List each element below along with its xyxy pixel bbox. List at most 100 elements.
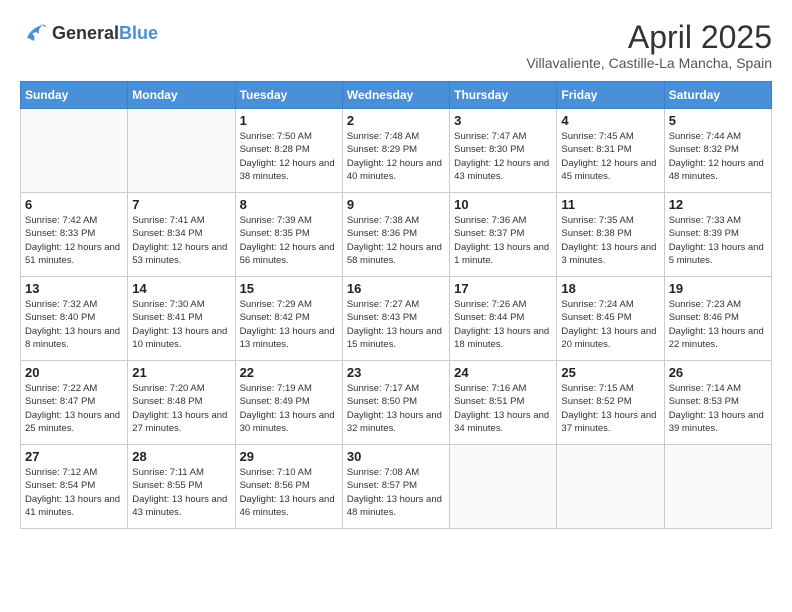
calendar-cell: 6 Sunrise: 7:42 AM Sunset: 8:33 PM Daylig… [21, 193, 128, 277]
day-number: 17 [454, 281, 552, 296]
calendar-cell [450, 445, 557, 529]
day-info: Sunrise: 7:47 AM Sunset: 8:30 PM Dayligh… [454, 130, 552, 183]
calendar-cell: 28 Sunrise: 7:11 AM Sunset: 8:55 PM Dayli… [128, 445, 235, 529]
day-number: 9 [347, 197, 445, 212]
calendar-cell: 11 Sunrise: 7:35 AM Sunset: 8:38 PM Dayli… [557, 193, 664, 277]
calendar-cell: 1 Sunrise: 7:50 AM Sunset: 8:28 PM Daylig… [235, 109, 342, 193]
day-number: 6 [25, 197, 123, 212]
day-number: 5 [669, 113, 767, 128]
calendar-cell: 27 Sunrise: 7:12 AM Sunset: 8:54 PM Dayli… [21, 445, 128, 529]
day-number: 23 [347, 365, 445, 380]
day-info: Sunrise: 7:35 AM Sunset: 8:38 PM Dayligh… [561, 214, 659, 267]
calendar-header-tuesday: Tuesday [235, 82, 342, 109]
calendar-header-monday: Monday [128, 82, 235, 109]
day-info: Sunrise: 7:20 AM Sunset: 8:48 PM Dayligh… [132, 382, 230, 435]
calendar-header-sunday: Sunday [21, 82, 128, 109]
day-number: 27 [25, 449, 123, 464]
day-info: Sunrise: 7:10 AM Sunset: 8:56 PM Dayligh… [240, 466, 338, 519]
day-number: 20 [25, 365, 123, 380]
calendar-cell: 29 Sunrise: 7:10 AM Sunset: 8:56 PM Dayli… [235, 445, 342, 529]
day-info: Sunrise: 7:22 AM Sunset: 8:47 PM Dayligh… [25, 382, 123, 435]
day-info: Sunrise: 7:24 AM Sunset: 8:45 PM Dayligh… [561, 298, 659, 351]
day-info: Sunrise: 7:16 AM Sunset: 8:51 PM Dayligh… [454, 382, 552, 435]
day-info: Sunrise: 7:08 AM Sunset: 8:57 PM Dayligh… [347, 466, 445, 519]
calendar-cell: 9Sunrise: 7:38 AM Sunset: 8:36 PM Daylig… [342, 193, 449, 277]
calendar-week-row: 20 Sunrise: 7:22 AM Sunset: 8:47 PM Dayli… [21, 361, 772, 445]
calendar-week-row: 27 Sunrise: 7:12 AM Sunset: 8:54 PM Dayli… [21, 445, 772, 529]
calendar-cell [664, 445, 771, 529]
day-number: 4 [561, 113, 659, 128]
calendar-cell: 24 Sunrise: 7:16 AM Sunset: 8:51 PM Dayli… [450, 361, 557, 445]
day-number: 2 [347, 113, 445, 128]
day-info: Sunrise: 7:15 AM Sunset: 8:52 PM Dayligh… [561, 382, 659, 435]
day-info: Sunrise: 7:36 AM Sunset: 8:37 PM Dayligh… [454, 214, 552, 267]
calendar-cell: 30Sunrise: 7:08 AM Sunset: 8:57 PM Dayli… [342, 445, 449, 529]
day-number: 7 [132, 197, 230, 212]
calendar-cell [557, 445, 664, 529]
calendar-cell: 18 Sunrise: 7:24 AM Sunset: 8:45 PM Dayli… [557, 277, 664, 361]
day-number: 25 [561, 365, 659, 380]
day-info: Sunrise: 7:50 AM Sunset: 8:28 PM Dayligh… [240, 130, 338, 183]
day-number: 22 [240, 365, 338, 380]
day-number: 13 [25, 281, 123, 296]
day-info: Sunrise: 7:19 AM Sunset: 8:49 PM Dayligh… [240, 382, 338, 435]
logo-blue: Blue [119, 24, 158, 44]
calendar-header-saturday: Saturday [664, 82, 771, 109]
calendar-cell: 10Sunrise: 7:36 AM Sunset: 8:37 PM Dayli… [450, 193, 557, 277]
calendar-cell: 23 Sunrise: 7:17 AM Sunset: 8:50 PM Dayli… [342, 361, 449, 445]
calendar-header-thursday: Thursday [450, 82, 557, 109]
calendar-cell: 20 Sunrise: 7:22 AM Sunset: 8:47 PM Dayli… [21, 361, 128, 445]
day-number: 28 [132, 449, 230, 464]
day-info: Sunrise: 7:42 AM Sunset: 8:33 PM Dayligh… [25, 214, 123, 267]
day-info: Sunrise: 7:17 AM Sunset: 8:50 PM Dayligh… [347, 382, 445, 435]
calendar-cell: 22 Sunrise: 7:19 AM Sunset: 8:49 PM Dayli… [235, 361, 342, 445]
logo-text: General Blue [52, 24, 158, 44]
calendar-cell [21, 109, 128, 193]
header: General Blue April 2025 Villavaliente, C… [20, 20, 772, 71]
calendar-cell: 2Sunrise: 7:48 AM Sunset: 8:29 PM Daylig… [342, 109, 449, 193]
day-number: 1 [240, 113, 338, 128]
calendar-cell: 25 Sunrise: 7:15 AM Sunset: 8:52 PM Dayli… [557, 361, 664, 445]
day-info: Sunrise: 7:41 AM Sunset: 8:34 PM Dayligh… [132, 214, 230, 267]
calendar-header-wednesday: Wednesday [342, 82, 449, 109]
day-info: Sunrise: 7:26 AM Sunset: 8:44 PM Dayligh… [454, 298, 552, 351]
day-number: 24 [454, 365, 552, 380]
calendar-cell: 15 Sunrise: 7:29 AM Sunset: 8:42 PM Dayli… [235, 277, 342, 361]
calendar-cell: 13 Sunrise: 7:32 AM Sunset: 8:40 PM Dayli… [21, 277, 128, 361]
title-area: April 2025 Villavaliente, Castille-La Ma… [526, 20, 772, 71]
day-info: Sunrise: 7:32 AM Sunset: 8:40 PM Dayligh… [25, 298, 123, 351]
day-info: Sunrise: 7:39 AM Sunset: 8:35 PM Dayligh… [240, 214, 338, 267]
day-number: 26 [669, 365, 767, 380]
logo: General Blue [20, 20, 158, 48]
day-number: 12 [669, 197, 767, 212]
calendar-header-friday: Friday [557, 82, 664, 109]
calendar-cell: 14 Sunrise: 7:30 AM Sunset: 8:41 PM Dayli… [128, 277, 235, 361]
day-number: 16 [347, 281, 445, 296]
day-info: Sunrise: 7:12 AM Sunset: 8:54 PM Dayligh… [25, 466, 123, 519]
day-number: 29 [240, 449, 338, 464]
calendar-header-row: SundayMondayTuesdayWednesdayThursdayFrid… [21, 82, 772, 109]
day-info: Sunrise: 7:33 AM Sunset: 8:39 PM Dayligh… [669, 214, 767, 267]
day-info: Sunrise: 7:44 AM Sunset: 8:32 PM Dayligh… [669, 130, 767, 183]
day-number: 8 [240, 197, 338, 212]
day-number: 3 [454, 113, 552, 128]
day-number: 18 [561, 281, 659, 296]
calendar-cell: 4Sunrise: 7:45 AM Sunset: 8:31 PM Daylig… [557, 109, 664, 193]
calendar-week-row: 13 Sunrise: 7:32 AM Sunset: 8:40 PM Dayli… [21, 277, 772, 361]
day-number: 15 [240, 281, 338, 296]
day-info: Sunrise: 7:27 AM Sunset: 8:43 PM Dayligh… [347, 298, 445, 351]
logo-bird-icon [20, 20, 48, 48]
calendar-week-row: 6 Sunrise: 7:42 AM Sunset: 8:33 PM Daylig… [21, 193, 772, 277]
logo-general: General [52, 24, 119, 44]
day-info: Sunrise: 7:29 AM Sunset: 8:42 PM Dayligh… [240, 298, 338, 351]
day-number: 14 [132, 281, 230, 296]
calendar-cell: 19Sunrise: 7:23 AM Sunset: 8:46 PM Dayli… [664, 277, 771, 361]
calendar-cell: 5 Sunrise: 7:44 AM Sunset: 8:32 PM Daylig… [664, 109, 771, 193]
day-info: Sunrise: 7:30 AM Sunset: 8:41 PM Dayligh… [132, 298, 230, 351]
calendar-cell: 8 Sunrise: 7:39 AM Sunset: 8:35 PM Daylig… [235, 193, 342, 277]
calendar-week-row: 1 Sunrise: 7:50 AM Sunset: 8:28 PM Daylig… [21, 109, 772, 193]
day-number: 11 [561, 197, 659, 212]
day-info: Sunrise: 7:11 AM Sunset: 8:55 PM Dayligh… [132, 466, 230, 519]
day-number: 21 [132, 365, 230, 380]
calendar-cell: 16 Sunrise: 7:27 AM Sunset: 8:43 PM Dayli… [342, 277, 449, 361]
